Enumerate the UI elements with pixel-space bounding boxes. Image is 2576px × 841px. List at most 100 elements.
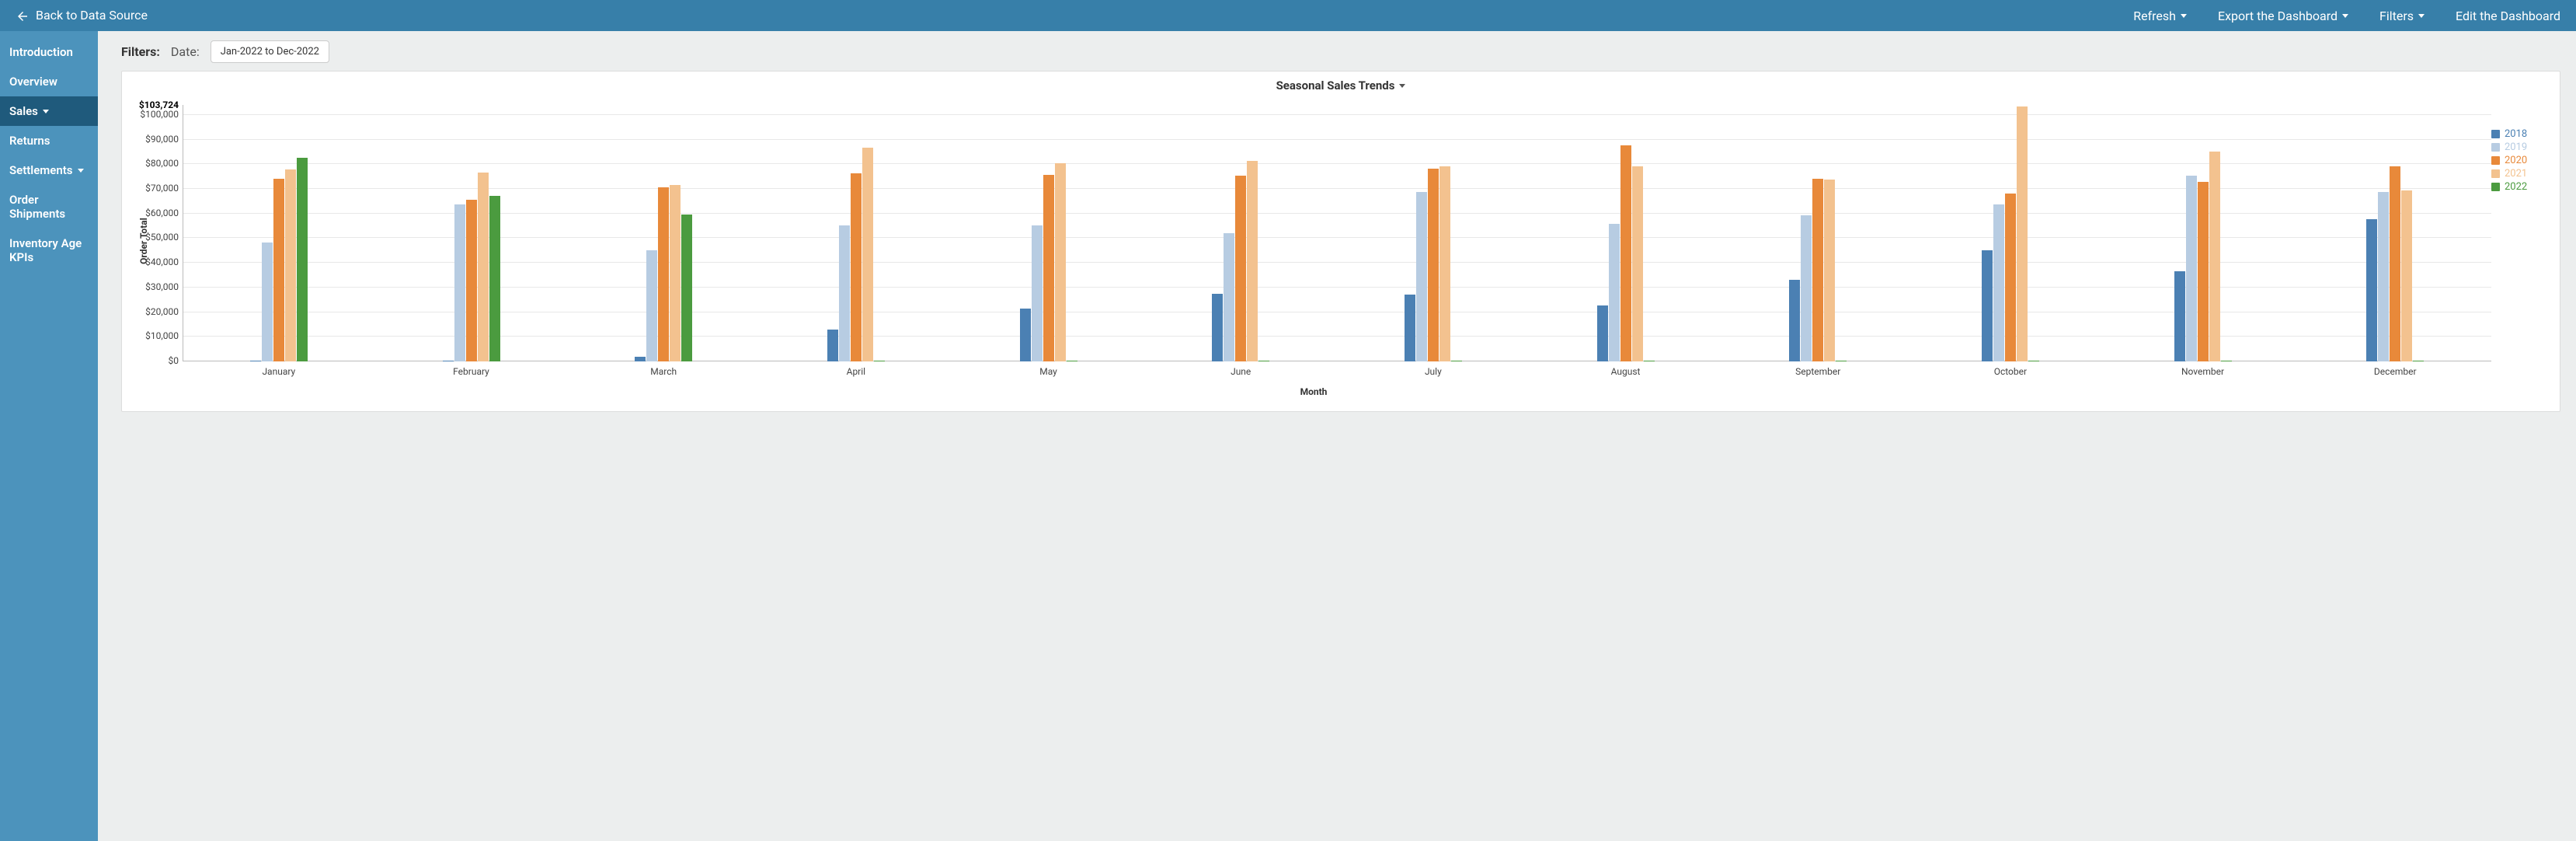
- bar-2018-december[interactable]: [2366, 219, 2377, 361]
- bar-2018-november[interactable]: [2174, 271, 2185, 361]
- refresh-menu[interactable]: Refresh: [2133, 9, 2187, 23]
- bar-2019-june[interactable]: [1224, 233, 1234, 361]
- bar-2021-september[interactable]: [1824, 180, 1835, 361]
- legend-item-2018[interactable]: 2018: [2491, 128, 2546, 140]
- bar-2018-july[interactable]: [1405, 295, 1415, 361]
- bar-2021-october[interactable]: [2017, 106, 2028, 361]
- chevron-down-icon: [2181, 14, 2187, 18]
- bar-2022-january[interactable]: [297, 158, 308, 361]
- main: IntroductionOverview Sales Returns Settleme…: [0, 31, 2576, 841]
- bar-2021-february[interactable]: [478, 173, 489, 361]
- bar-2019-march[interactable]: [646, 250, 657, 361]
- month-group-may: May: [952, 105, 1145, 361]
- sidebar-item-settlements[interactable]: Settlements: [0, 155, 98, 185]
- legend-label: 2022: [2505, 181, 2527, 193]
- y-tick: $20,000: [129, 306, 179, 317]
- filters-row: Filters: Date: Jan-2022 to Dec-2022: [121, 40, 2560, 63]
- legend-item-2022[interactable]: 2022: [2491, 181, 2546, 193]
- bar-2019-december[interactable]: [2378, 192, 2389, 361]
- date-range-selector[interactable]: Jan-2022 to Dec-2022: [211, 40, 329, 63]
- bar-2018-september[interactable]: [1789, 280, 1800, 361]
- bar-2021-may[interactable]: [1055, 163, 1066, 361]
- legend-swatch: [2491, 156, 2500, 165]
- sidebar-item-label: Settlements: [9, 163, 73, 177]
- bar-2021-november[interactable]: [2209, 152, 2220, 361]
- bar-2021-april[interactable]: [862, 148, 873, 361]
- bar-2021-december[interactable]: [2401, 190, 2412, 361]
- bar-2021-june[interactable]: [1247, 161, 1258, 361]
- bar-2020-october[interactable]: [2005, 194, 2016, 361]
- bar-2020-february[interactable]: [466, 200, 477, 361]
- bar-2021-january[interactable]: [285, 169, 296, 361]
- month-group-november: November: [2107, 105, 2299, 361]
- y-tick: $70,000: [129, 183, 179, 194]
- export-menu[interactable]: Export the Dashboard: [2218, 9, 2348, 23]
- bar-2019-april[interactable]: [839, 225, 850, 361]
- back-to-data-source[interactable]: Back to Data Source: [16, 8, 148, 23]
- bar-2022-february[interactable]: [489, 196, 500, 361]
- bar-2019-november[interactable]: [2186, 176, 2197, 361]
- bar-2019-july[interactable]: [1416, 192, 1427, 361]
- bar-2020-march[interactable]: [658, 187, 669, 361]
- bar-2019-october[interactable]: [1993, 204, 2004, 361]
- legend-item-2020[interactable]: 2020: [2491, 155, 2546, 166]
- bar-2019-february[interactable]: [454, 204, 465, 361]
- y-tick: $10,000: [129, 330, 179, 341]
- bar-2020-december[interactable]: [2390, 166, 2400, 361]
- y-tick: $60,000: [129, 208, 179, 218]
- bar-2020-january[interactable]: [273, 179, 284, 361]
- bar-2022-march[interactable]: [681, 215, 692, 361]
- bar-2020-july[interactable]: [1428, 169, 1439, 361]
- edit-dashboard-link[interactable]: Edit the Dashboard: [2456, 9, 2560, 23]
- y-tick: $0: [129, 355, 179, 366]
- chevron-down-icon: [2342, 14, 2348, 18]
- chart-title-dropdown[interactable]: Seasonal Sales Trends: [1276, 79, 1406, 92]
- bar-2019-september[interactable]: [1801, 215, 1812, 361]
- sidebar-item-introduction[interactable]: Introduction: [0, 37, 98, 67]
- sidebar-item-inventory-age-kpis[interactable]: Inventory Age KPIs: [0, 229, 98, 272]
- legend-item-2021[interactable]: 2021: [2491, 168, 2546, 180]
- month-group-march: March: [567, 105, 760, 361]
- chart-card: Seasonal Sales Trends Order Total $0$10,…: [121, 71, 2560, 412]
- sidebar-item-label: Inventory Age KPIs: [9, 236, 89, 264]
- bar-2021-march[interactable]: [670, 185, 681, 361]
- sidebar-item-returns[interactable]: Returns: [0, 126, 98, 155]
- sidebar-item-label: Sales: [9, 104, 38, 118]
- month-group-december: December: [2299, 105, 2491, 361]
- sidebar-item-overview[interactable]: Overview: [0, 67, 98, 96]
- x-tick: September: [1795, 366, 1840, 377]
- bar-2018-may[interactable]: [1020, 309, 1031, 361]
- filters-label: Filters:: [121, 44, 160, 59]
- legend-swatch: [2491, 183, 2500, 191]
- y-tick: $80,000: [129, 158, 179, 169]
- bar-2018-april[interactable]: [827, 330, 838, 361]
- bar-2020-september[interactable]: [1812, 179, 1823, 361]
- month-group-january: January: [183, 105, 375, 361]
- month-group-june: June: [1144, 105, 1337, 361]
- bar-2019-january[interactable]: [262, 243, 273, 361]
- x-tick: June: [1231, 366, 1251, 377]
- x-axis-label: Month: [136, 386, 2491, 397]
- filters-menu[interactable]: Filters: [2379, 9, 2425, 23]
- bar-2018-october[interactable]: [1982, 250, 1993, 361]
- x-tick: November: [2181, 366, 2224, 377]
- chevron-down-icon: [43, 110, 49, 113]
- sidebar-item-order-shipments[interactable]: Order Shipments: [0, 185, 98, 229]
- bar-2020-november[interactable]: [2198, 182, 2209, 361]
- bar-2018-august[interactable]: [1597, 305, 1608, 361]
- bar-2020-may[interactable]: [1043, 175, 1054, 361]
- bar-2020-august[interactable]: [1620, 145, 1631, 361]
- topbar-right: Refresh Export the Dashboard Filters Edi…: [2133, 9, 2560, 23]
- bar-2019-may[interactable]: [1032, 225, 1043, 361]
- bar-2020-june[interactable]: [1235, 176, 1246, 361]
- legend-label: 2018: [2505, 128, 2527, 140]
- sidebar-item-label: Order Shipments: [9, 193, 89, 221]
- bar-2019-august[interactable]: [1609, 224, 1620, 361]
- bar-2021-august[interactable]: [1632, 166, 1643, 361]
- bar-2018-march[interactable]: [635, 357, 646, 361]
- sidebar-item-sales[interactable]: Sales: [0, 96, 98, 126]
- bar-2018-june[interactable]: [1212, 294, 1223, 361]
- bar-2020-april[interactable]: [851, 173, 862, 361]
- legend-item-2019[interactable]: 2019: [2491, 141, 2546, 153]
- bar-2021-july[interactable]: [1439, 166, 1450, 361]
